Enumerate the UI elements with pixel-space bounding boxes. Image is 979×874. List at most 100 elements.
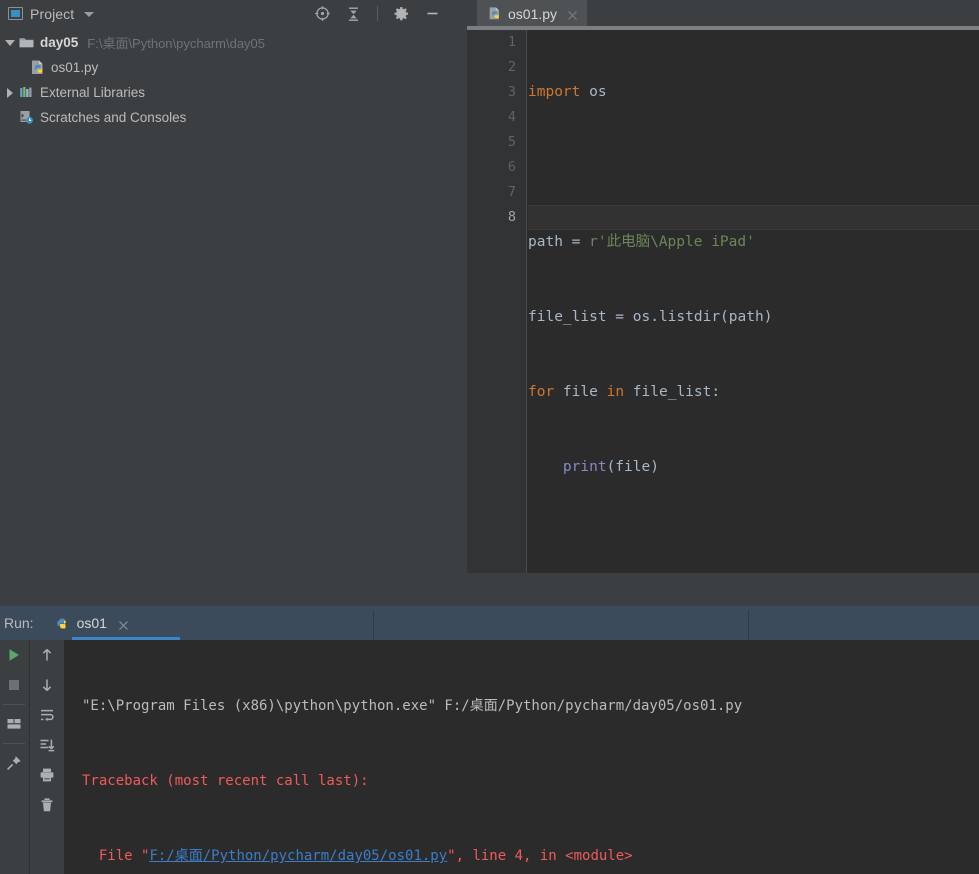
code-token: print [562, 459, 607, 475]
console-line: File "F:/桌面/Python/pycharm/day05/os01.py… [82, 844, 979, 869]
project-panel-header: Project [0, 0, 467, 27]
editor-tab-os01py[interactable]: os01.py [477, 0, 588, 27]
code-token: = [562, 234, 590, 250]
run-tab-os01[interactable]: os01 [48, 606, 180, 640]
run-header-divider [748, 610, 749, 644]
close-icon[interactable] [118, 618, 129, 630]
run-header-divider [373, 610, 374, 644]
code-line-6: print(file) [528, 455, 979, 480]
code-token: for [528, 384, 555, 400]
gear-icon[interactable] [393, 5, 410, 22]
restore-layout-icon[interactable] [0, 709, 28, 739]
code-line-4: file_list = os.listdir(path) [528, 305, 979, 330]
project-tool-window: Project day05 F:\桌面\Python\pycharm\day05… [0, 0, 467, 602]
console-line: "E:\Program Files (x86)\python\python.ex… [82, 694, 979, 719]
code-line-3: path = r'此电脑\Apple iPad' [528, 230, 979, 255]
collapse-all-icon[interactable] [345, 5, 362, 22]
line-number-current: 8 [507, 209, 516, 225]
console-line: Traceback (most recent call last): [82, 769, 979, 794]
run-icon[interactable] [0, 640, 28, 670]
code-token: os [580, 84, 607, 100]
python-file-icon [487, 6, 502, 21]
console-file-link[interactable]: F:/桌面/Python/pycharm/day05/os01.py [149, 848, 447, 864]
print-icon[interactable] [30, 760, 64, 790]
close-icon[interactable] [567, 8, 578, 20]
line-number: 3 [507, 84, 516, 100]
tree-node-path: F:\桌面\Python\pycharm\day05 [87, 36, 266, 51]
code-editor[interactable]: 1 2 3 4 5 6 7 8 import os path = r'此电脑\A… [467, 30, 979, 573]
code-token: file [554, 384, 607, 400]
tree-node-label: External Libraries [40, 85, 146, 100]
folder-icon [18, 34, 35, 51]
console-text: Traceback (most recent call last): [82, 773, 369, 789]
tree-node-scratches-and-consoles[interactable]: Scratches and Consoles [0, 105, 467, 130]
console-text: File " [82, 848, 150, 864]
run-toolbar-secondary [29, 640, 64, 874]
scroll-to-end-icon[interactable] [30, 730, 64, 760]
code-text[interactable]: import os path = r'此电脑\Apple iPad' file_… [528, 30, 979, 573]
scratches-icon [18, 109, 35, 126]
editor-tab-bar: os01.py [467, 0, 979, 30]
code-token: r'此电脑\Apple iPad' [589, 234, 755, 250]
tree-node-label: Scratches and Consoles [40, 110, 187, 125]
toolbar-divider [3, 743, 25, 744]
code-token: in [606, 384, 625, 400]
libraries-icon [18, 84, 35, 101]
console-output[interactable]: "E:\Program Files (x86)\python\python.ex… [64, 640, 979, 874]
python-file-icon [29, 59, 46, 76]
tree-node-day05[interactable]: day05 F:\桌面\Python\pycharm\day05 [0, 30, 467, 55]
editor-tab-label: os01.py [508, 5, 558, 22]
line-number: 6 [507, 159, 516, 175]
code-token: path [528, 234, 563, 250]
console-text: ", line 4, in <module> [447, 848, 633, 864]
project-window-icon [8, 7, 23, 20]
code-token: file_list = os.listdir(path) [528, 309, 773, 325]
stop-icon[interactable] [0, 670, 28, 700]
soft-wrap-icon[interactable] [30, 700, 64, 730]
trash-icon[interactable] [30, 790, 64, 820]
pin-icon[interactable] [0, 748, 28, 778]
line-number: 1 [507, 34, 516, 50]
toolbar-divider [377, 6, 378, 21]
line-number: 2 [507, 59, 516, 75]
run-tool-window: Run: os01 "E:\Program Files (x86)\python… [0, 602, 979, 874]
tree-node-label: os01.py [51, 60, 99, 75]
minimize-icon[interactable] [424, 5, 441, 22]
toolbar-divider [3, 704, 25, 705]
line-number-gutter: 1 2 3 4 5 6 7 8 [467, 30, 527, 573]
run-tab-label: os01 [76, 615, 107, 631]
locate-target-icon[interactable] [314, 5, 331, 22]
run-panel-header: Run: os01 [0, 606, 979, 644]
project-title: Project [30, 5, 75, 22]
project-header-toolbar [314, 0, 441, 27]
code-token: (file) [606, 459, 659, 475]
project-tree: day05 F:\桌面\Python\pycharm\day05 os01.py [0, 30, 467, 130]
editor-bottom-strip [467, 573, 979, 602]
tree-node-label: day05 [40, 35, 79, 50]
expand-arrow-down-icon[interactable] [2, 35, 18, 51]
code-line-1: import os [528, 80, 979, 105]
line-number: 4 [507, 109, 516, 125]
run-label: Run: [4, 615, 34, 631]
code-token: import [528, 84, 581, 100]
pycharm-window: Project day05 F:\桌面\Python\pycharm\day05… [0, 0, 979, 874]
python-icon [54, 615, 70, 631]
code-token: file_list: [624, 384, 721, 400]
expand-arrow-right-icon[interactable] [2, 85, 18, 101]
editor-area: os01.py 1 2 3 4 5 6 7 8 import os path =… [467, 0, 979, 602]
project-title-group[interactable]: Project [0, 5, 95, 22]
arrow-down-icon[interactable] [30, 670, 64, 700]
code-line-5: for file in file_list: [528, 380, 979, 405]
run-toolbar-primary [0, 640, 28, 874]
line-number: 5 [507, 134, 516, 150]
arrow-up-icon[interactable] [30, 640, 64, 670]
tree-node-os01py[interactable]: os01.py [0, 55, 467, 80]
tree-node-external-libraries[interactable]: External Libraries [0, 80, 467, 105]
chevron-down-icon[interactable] [84, 12, 95, 17]
line-number: 7 [507, 184, 516, 200]
console-text: "E:\Program Files (x86)\python\python.ex… [82, 698, 743, 714]
